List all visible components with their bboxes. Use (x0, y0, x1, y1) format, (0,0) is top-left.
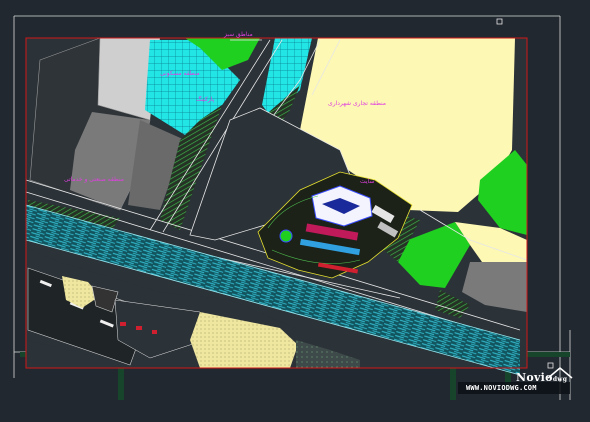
label-sand: منطقه تجاری شهرداری (328, 100, 387, 107)
watermark-site: WWW.NOVIODWG.COM (466, 384, 537, 392)
site-plan-map (25, 37, 528, 376)
watermark-brand: Noviodwg (516, 371, 568, 384)
cad-viewport[interactable]: مناطق سبز منطقه مسکونی پارکینگ منطقه تجا… (0, 0, 590, 418)
label-site: سایت (360, 178, 375, 185)
label-cyan-small: پارکینگ (196, 96, 215, 103)
label-top-green: مناطق سبز (224, 31, 253, 38)
label-gray-block: منطقه صنعتی و خدماتی (64, 176, 124, 183)
label-cyan-block: منطقه مسکونی (160, 70, 200, 77)
